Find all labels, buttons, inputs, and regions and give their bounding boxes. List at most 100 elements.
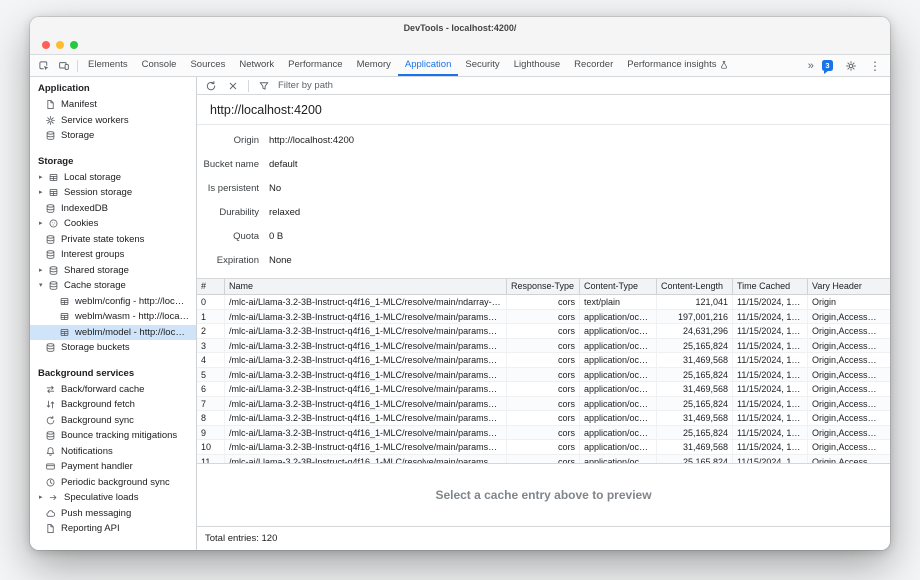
tab-recorder[interactable]: Recorder [567,55,620,76]
cell-vary-header: Origin,Access… [808,455,890,464]
cache-entry-row-5[interactable]: 5/mlc-ai/Llama-3.2-3B-Instruct-q4f16_1-M… [197,368,890,383]
cell-name: /mlc-ai/Llama-3.2-3B-Instruct-q4f16_1-ML… [225,411,507,425]
cache-entry-row-2[interactable]: 2/mlc-ai/Llama-3.2-3B-Instruct-q4f16_1-M… [197,324,890,339]
cell-vary-header: Origin,Access… [808,324,890,338]
sidebar-item-cookies[interactable]: ▸Cookies [30,216,196,232]
sidebar-item-indexeddb[interactable]: IndexedDB [30,201,196,217]
sidebar-item-label: weblm/config - http://loc… [75,296,196,307]
filter-by-path-input[interactable] [278,80,428,91]
tab-security[interactable]: Security [458,55,506,76]
column-header-time-cached[interactable]: Time Cached [733,279,808,294]
sidebar-item-weblm-config-http-loc[interactable]: weblm/config - http://loc… [30,294,196,310]
toolbar-divider [248,80,249,92]
sidebar-item-periodic-background-sync[interactable]: Periodic background sync [30,475,196,491]
kebab-menu-icon[interactable]: ⋮ [869,60,881,72]
tab-label: Performance insights [627,59,716,70]
tab-elements[interactable]: Elements [81,55,135,76]
sidebar-item-label: Shared storage [64,265,196,276]
sidebar-item-push-messaging[interactable]: Push messaging [30,506,196,522]
chevron-right-icon[interactable]: ▸ [39,494,48,501]
column-header-content-length[interactable]: Content-Length [657,279,733,294]
cell-vary-header: Origin,Access… [808,368,890,382]
tab-label: Memory [357,59,391,70]
sidebar-item-storage-buckets[interactable]: Storage buckets [30,340,196,356]
sidebar-item-notifications[interactable]: Notifications [30,444,196,460]
sidebar-item-label: Periodic background sync [61,477,196,488]
cell-response-type: cors [507,310,580,324]
cache-entry-row-4[interactable]: 4/mlc-ai/Llama-3.2-3B-Instruct-q4f16_1-M… [197,353,890,368]
sidebar-item-back-forward-cache[interactable]: Back/forward cache [30,382,196,398]
cache-entry-row-8[interactable]: 8/mlc-ai/Llama-3.2-3B-Instruct-q4f16_1-M… [197,411,890,426]
cell-name: /mlc-ai/Llama-3.2-3B-Instruct-q4f16_1-ML… [225,353,507,367]
chevron-down-icon[interactable]: ▾ [39,282,48,289]
tab-memory[interactable]: Memory [350,55,398,76]
refresh-icon[interactable] [201,80,221,92]
sidebar-item-manifest[interactable]: Manifest [30,97,196,113]
inspect-element-icon[interactable] [34,55,54,76]
sidebar-item-session-storage[interactable]: ▸Session storage [30,185,196,201]
sidebar-item-shared-storage[interactable]: ▸ Shared storage [30,263,196,279]
sidebar-item-payment-handler[interactable]: Payment handler [30,459,196,475]
more-tabs-icon[interactable]: » [808,60,814,72]
cache-entry-row-9[interactable]: 9/mlc-ai/Llama-3.2-3B-Instruct-q4f16_1-M… [197,426,890,441]
sidebar-item-label: Interest groups [61,249,196,260]
cache-entry-row-6[interactable]: 6/mlc-ai/Llama-3.2-3B-Instruct-q4f16_1-M… [197,382,890,397]
sidebar-item-cache-storage[interactable]: ▾Cache storage [30,278,196,294]
cache-entry-row-7[interactable]: 7/mlc-ai/Llama-3.2-3B-Instruct-q4f16_1-M… [197,397,890,412]
device-toolbar-icon[interactable] [54,55,74,76]
sidebar-item-private-state-tokens[interactable]: Private state tokens [30,232,196,248]
settings-gear-icon[interactable] [841,60,861,72]
sidebar-item-service-workers[interactable]: Service workers [30,113,196,129]
sidebar-section-storage: Storage [30,152,196,170]
sidebar-item-label: Back/forward cache [61,384,196,395]
sidebar-item-weblm-model-http-loc[interactable]: weblm/model - http://loc… [30,325,196,341]
window-titlebar[interactable]: DevTools - localhost:4200/ [30,17,890,55]
minimize-window-button[interactable] [56,41,64,49]
sidebar-item-label: Storage [61,130,196,141]
cell-response-type: cors [507,411,580,425]
cell-content-length: 31,469,568 [657,411,733,425]
column-header-vary-header[interactable]: Vary Header [808,279,890,294]
cache-entry-row-3[interactable]: 3/mlc-ai/Llama-3.2-3B-Instruct-q4f16_1-M… [197,339,890,354]
tab-performance[interactable]: Performance [281,55,349,76]
tab-performance-insights[interactable]: Performance insights [620,55,736,76]
tab-application[interactable]: Application [398,55,458,76]
column-header-[interactable]: # [197,279,225,294]
sidebar-item-background-sync[interactable]: Background sync [30,413,196,429]
console-messages-icon[interactable]: 3 [822,60,833,71]
cell-content-length: 31,469,568 [657,382,733,396]
meta-label-expiration: Expiration [201,255,259,266]
sidebar-item-background-fetch[interactable]: Background fetch [30,397,196,413]
column-header-response-type[interactable]: Response-Type [507,279,580,294]
sidebar-item-local-storage[interactable]: ▸Local storage [30,170,196,186]
sidebar-item-interest-groups[interactable]: Interest groups [30,247,196,263]
sidebar-item-weblm-wasm-http-loca[interactable]: weblm/wasm - http://loca… [30,309,196,325]
cell-name: /mlc-ai/Llama-3.2-3B-Instruct-q4f16_1-ML… [225,455,507,464]
tab-sources[interactable]: Sources [183,55,232,76]
sidebar-item-speculative-loads[interactable]: ▸Speculative loads [30,490,196,506]
chevron-right-icon[interactable]: ▸ [39,189,48,196]
cell-time-cached: 11/15/2024, 10… [733,397,808,411]
cache-entry-row-1[interactable]: 1/mlc-ai/Llama-3.2-3B-Instruct-q4f16_1-M… [197,310,890,325]
cache-entry-row-0[interactable]: 0/mlc-ai/Llama-3.2-3B-Instruct-q4f16_1-M… [197,295,890,310]
tab-console[interactable]: Console [135,55,184,76]
zoom-window-button[interactable] [70,41,78,49]
cache-entry-row-11[interactable]: 11/mlc-ai/Llama-3.2-3B-Instruct-q4f16_1-… [197,455,890,464]
column-header-content-type[interactable]: Content-Type [580,279,657,294]
cell-content-type: application/oc… [580,324,657,338]
chevron-right-icon[interactable]: ▸ [39,220,48,227]
column-header-name[interactable]: Name [225,279,507,294]
sidebar-item-bounce-tracking-mitigations[interactable]: Bounce tracking mitigations [30,428,196,444]
cell-idx: 1 [197,310,225,324]
sidebar-item-storage[interactable]: Storage [30,128,196,144]
tab-network[interactable]: Network [232,55,281,76]
chevron-right-icon[interactable]: ▸ [39,174,48,181]
table-icon [48,172,59,183]
chevron-right-icon[interactable]: ▸ [39,267,48,274]
cache-entry-row-10[interactable]: 10/mlc-ai/Llama-3.2-3B-Instruct-q4f16_1-… [197,440,890,455]
tab-lighthouse[interactable]: Lighthouse [507,55,567,76]
delete-selected-icon[interactable] [223,80,243,92]
sidebar-item-reporting-api[interactable]: Reporting API [30,521,196,537]
meta-value-is-persistent: No [269,183,882,194]
close-window-button[interactable] [42,41,50,49]
